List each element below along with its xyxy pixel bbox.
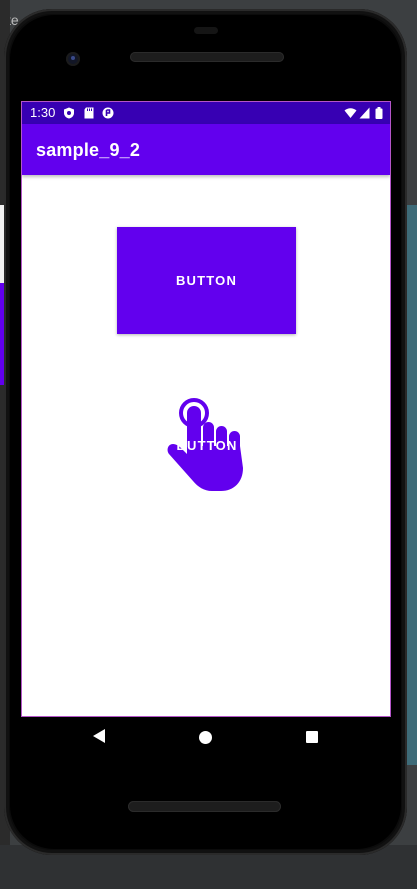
app-toolbar: sample_9_2	[22, 124, 390, 175]
back-icon[interactable]	[92, 728, 106, 744]
bottom-speaker-grille	[128, 801, 281, 812]
status-bar: 1:30	[22, 102, 390, 124]
earpiece-slot	[194, 27, 218, 34]
recents-icon[interactable]	[306, 731, 318, 743]
app-title: sample_9_2	[36, 140, 141, 160]
sd-card-icon	[84, 107, 94, 119]
wifi-icon	[344, 108, 357, 118]
home-icon[interactable]	[199, 731, 212, 744]
battery-icon	[375, 107, 383, 119]
device-screen: 1:30 sample_9_2 BUTTON BUTTON	[22, 102, 390, 716]
app-notification-icon	[102, 107, 114, 119]
top-button[interactable]: BUTTON	[117, 227, 296, 334]
signal-icon	[359, 107, 370, 119]
shield-icon	[64, 107, 74, 119]
top-speaker-grille	[130, 52, 284, 62]
status-time: 1:30	[30, 105, 56, 120]
front-camera-icon	[66, 52, 80, 66]
hand-button-label: BUTTON	[176, 438, 238, 453]
